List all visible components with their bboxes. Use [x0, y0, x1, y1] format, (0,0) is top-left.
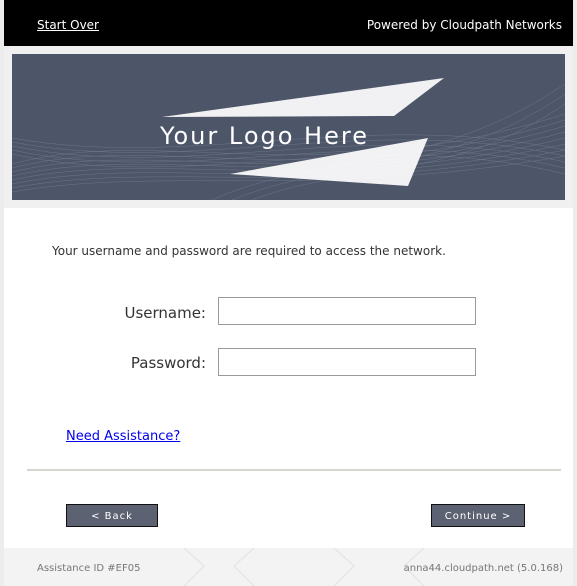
instructions-text: Your username and password are required … [52, 244, 446, 258]
portal-page: Start Over Powered by Cloudpath Networks [4, 0, 573, 586]
host-version: anna44.cloudpath.net (5.0.168) [403, 563, 563, 574]
banner-container: Your Logo Here [4, 46, 573, 208]
login-panel: Your username and password are required … [4, 208, 573, 548]
username-label: Username: [124, 304, 206, 322]
assistance-id: Assistance ID #EF05 [37, 563, 141, 574]
need-assistance-link[interactable]: Need Assistance? [66, 429, 180, 444]
start-over-link[interactable]: Start Over [37, 18, 99, 32]
back-button[interactable]: < Back [66, 504, 158, 527]
continue-button[interactable]: Continue > [431, 504, 525, 527]
password-label: Password: [130, 354, 206, 372]
logo-text: Your Logo Here [160, 122, 369, 150]
username-field[interactable] [218, 297, 476, 325]
footer: Assistance ID #EF05 anna44.cloudpath.net… [4, 548, 573, 586]
logo-banner: Your Logo Here [12, 54, 565, 200]
powered-by-text: Powered by Cloudpath Networks [366, 18, 562, 32]
divider [27, 469, 561, 471]
password-field[interactable] [218, 348, 476, 376]
top-bar: Start Over Powered by Cloudpath Networks [4, 0, 573, 46]
